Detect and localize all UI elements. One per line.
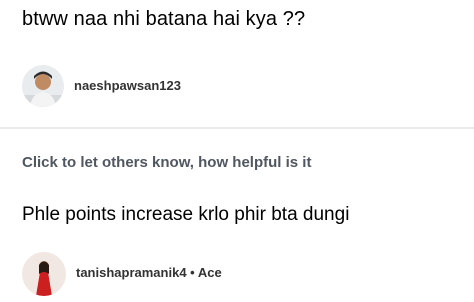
answerer-rank: Ace: [197, 265, 222, 280]
answerer-byline: tanishapramanik4 • Ace: [76, 265, 222, 280]
answerer-avatar[interactable]: [22, 252, 66, 296]
answerer-username[interactable]: tanishapramanik4: [76, 265, 187, 280]
helpful-prompt[interactable]: Click to let others know, how helpful is…: [22, 154, 311, 171]
section-divider: [0, 127, 474, 129]
question-text: btww naa nhi batana hai kya ??: [22, 8, 306, 30]
byline-separator: •: [190, 265, 195, 280]
answer-text: Phle points increase krlo phir bta dungi: [22, 204, 350, 225]
asker-username[interactable]: naeshpawsan123: [74, 78, 181, 93]
asker-avatar[interactable]: [22, 65, 64, 107]
